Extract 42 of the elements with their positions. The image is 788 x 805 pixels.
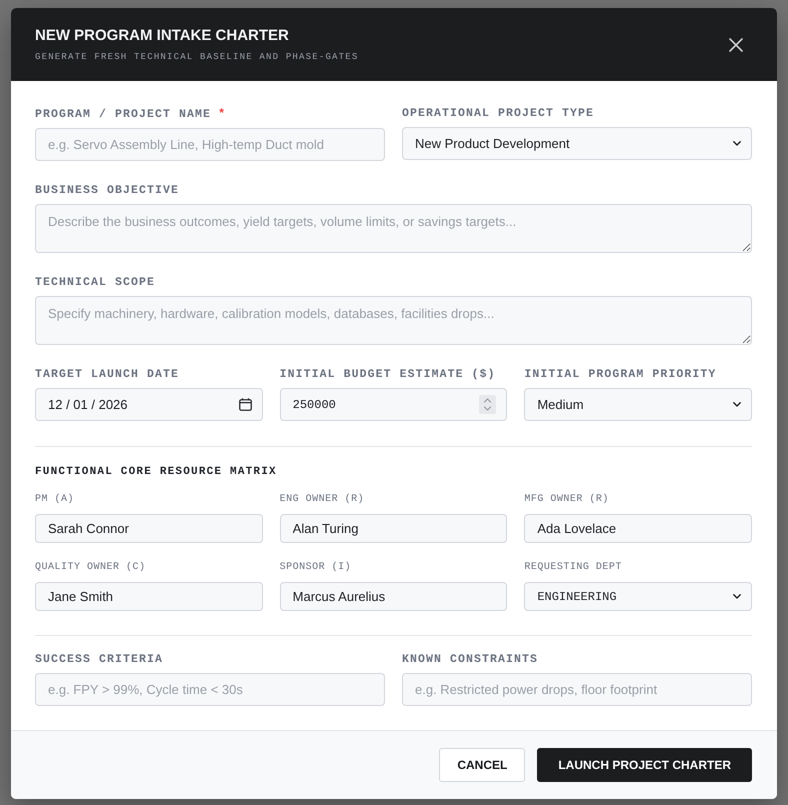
required-mark: * — [218, 107, 226, 121]
field-label: TARGET LAUNCH DATE — [35, 368, 180, 382]
text-field[interactable]: Sarah Connor — [35, 514, 263, 543]
field-label: PM (A) — [35, 494, 74, 506]
field-label: INITIAL BUDGET ESTIMATE ($) — [280, 368, 496, 382]
date-field[interactable]: 12 / 01 / 2026 — [35, 388, 263, 421]
calendar-icon[interactable] — [238, 398, 252, 411]
launch-button[interactable]: LAUNCH PROJECT CHARTER — [537, 748, 752, 782]
dialog-subtitle: GENERATE FRESH TECHNICAL BASELINE AND PHASE-GATES — [35, 51, 358, 63]
spinner-icon[interactable] — [479, 395, 496, 414]
field-label: SUCCESS CRITERIA — [35, 653, 164, 667]
text-field[interactable]: Jane Smith — [35, 582, 263, 611]
text-field[interactable]: e.g. Servo Assembly Line, High-temp Duct mold — [35, 128, 385, 161]
field-label: KNOWN CONSTRAINTS — [402, 653, 538, 667]
field-label: BUSINESS OBJECTIVE — [35, 184, 180, 198]
text-field[interactable]: e.g. FPY > 99%, Cycle time < 30s — [35, 673, 385, 706]
field-label: MFG OWNER (R) — [524, 494, 609, 506]
chevron-down-icon — [733, 594, 741, 599]
text-area[interactable]: Specify machinery, hardware, calibration models, databases, facilities drops... — [35, 296, 752, 345]
field-label: ENG OWNER (R) — [280, 494, 364, 506]
field-label: PROGRAM / PROJECT NAME — [35, 108, 212, 122]
field-label: OPERATIONAL PROJECT TYPE — [402, 107, 594, 121]
text-field[interactable]: Ada Lovelace — [524, 514, 752, 543]
field-label: REQUESTING DEPT — [524, 562, 622, 574]
chevron-down-icon — [733, 141, 741, 146]
chevron-down-icon — [733, 402, 741, 407]
text-field[interactable]: Marcus Aurelius — [280, 582, 508, 611]
dialog-title: NEW PROGRAM INTAKE CHARTER — [35, 27, 290, 45]
number-field[interactable]: 250000 — [280, 388, 508, 421]
close-icon — [729, 38, 743, 52]
text-area[interactable]: Describe the business outcomes, yield targets, volume limits, or savings targets... — [35, 204, 752, 253]
dropdown-select[interactable]: ENGINEERING — [524, 582, 752, 611]
dropdown-select[interactable]: Medium — [524, 388, 752, 421]
dropdown-select[interactable]: New Product Development — [402, 127, 752, 160]
field-label: QUALITY OWNER (C) — [35, 562, 146, 574]
field-label: SPONSOR (I) — [280, 562, 352, 574]
cancel-button[interactable]: CANCEL — [439, 748, 526, 782]
section-heading: FUNCTIONAL CORE RESOURCE MATRIX — [35, 465, 278, 479]
field-label: TECHNICAL SCOPE — [35, 276, 156, 290]
text-field[interactable]: Alan Turing — [280, 514, 508, 543]
text-field[interactable]: e.g. Restricted power drops, floor footprint — [402, 673, 752, 706]
field-label: INITIAL PROGRAM PRIORITY — [524, 368, 716, 382]
